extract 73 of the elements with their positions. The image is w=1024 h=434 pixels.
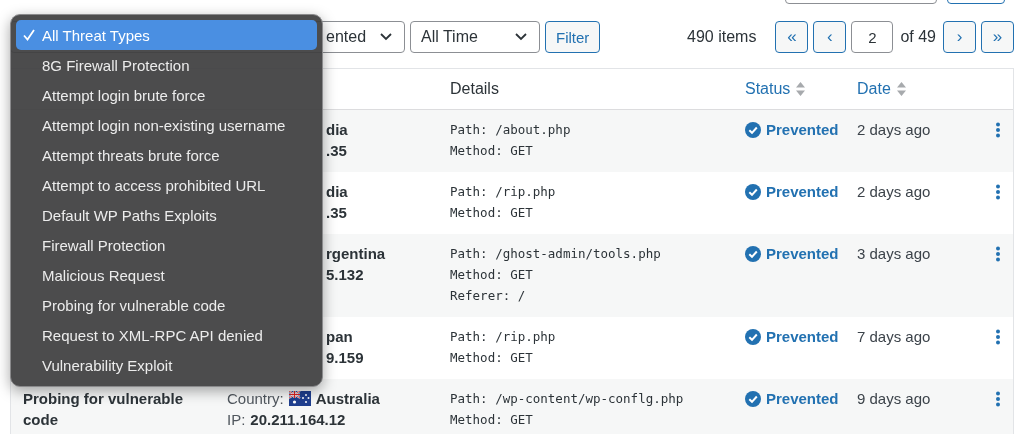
time-select[interactable]: All Time: [410, 21, 540, 53]
menu-item[interactable]: Malicious Request: [16, 260, 317, 290]
country-label: Country:: [227, 389, 284, 409]
check-circle-icon: [745, 183, 761, 200]
page-input[interactable]: 2: [851, 21, 894, 53]
detail-text: Path: /rip.php: [450, 328, 557, 346]
menu-item[interactable]: Probing for vulnerable code: [16, 290, 317, 320]
location-text: .35: [326, 203, 348, 223]
check-icon: [23, 29, 35, 41]
sort-icon: [896, 82, 906, 96]
location-text: 9.159: [326, 348, 365, 368]
threat-type: Probing for vulnerable code: [23, 389, 185, 430]
filter-button[interactable]: Filter: [545, 21, 601, 53]
more-icon: [996, 391, 1000, 407]
status-text: Prevented: [766, 182, 839, 202]
status-text: Prevented: [766, 389, 839, 409]
column-header: Details: [450, 80, 499, 97]
items-count: 490 items: [687, 28, 757, 46]
menu-item[interactable]: Request to XML-RPC API denied: [16, 320, 317, 350]
detail-text: Method: GET: [450, 266, 534, 284]
check-circle-icon: [745, 328, 761, 345]
menu-item[interactable]: Attempt login brute force: [16, 80, 317, 110]
detail-text: Method: GET: [450, 349, 534, 367]
next-page-button[interactable]: ›: [943, 21, 976, 53]
menu-item[interactable]: Firewall Protection: [16, 230, 317, 260]
sort-icon: [796, 82, 806, 96]
check-circle-icon: [745, 245, 761, 262]
ip-address: 20.211.164.12: [250, 410, 346, 430]
ip-label: IP:: [227, 410, 246, 430]
detail-text: Method: GET: [450, 411, 534, 429]
status-text: Prevented: [766, 327, 839, 347]
menu-item[interactable]: Attempt login non-existing username: [16, 110, 317, 140]
more-icon: [996, 122, 1000, 138]
first-page-button[interactable]: «: [775, 21, 809, 53]
date-text: 7 days ago: [857, 328, 931, 345]
location-text: .35: [326, 141, 348, 161]
status-text: Prevented: [766, 244, 839, 264]
country-name: Australia: [315, 389, 380, 409]
location-text: 5.132: [326, 265, 365, 285]
detail-text: Path: /about.php: [450, 121, 572, 139]
check-circle-icon: [745, 121, 761, 138]
check-circle-icon: [745, 390, 761, 407]
column-header[interactable]: Date: [857, 80, 906, 98]
chevron-down-icon: [515, 33, 527, 41]
location-text: dia: [326, 182, 349, 202]
location-text: dia: [326, 120, 349, 140]
menu-item[interactable]: Attempt to access prohibited URL: [16, 170, 317, 200]
more-icon: [996, 246, 1000, 262]
page-total: of 49: [900, 28, 936, 46]
detail-text: Path: /wp-content/wp-conflg.php: [450, 390, 685, 408]
flag-icon: [288, 391, 311, 406]
last-page-button[interactable]: »: [981, 21, 1014, 53]
previous-page-button[interactable]: ‹: [813, 21, 847, 53]
status-text: Prevented: [766, 120, 839, 140]
menu-item[interactable]: Vulnerability Exploit: [16, 350, 317, 380]
date-text: 9 days ago: [857, 390, 931, 407]
detail-text: Path: /rip.php: [450, 183, 557, 201]
chevron-down-icon: [380, 33, 392, 41]
date-text: 2 days ago: [857, 121, 931, 138]
more-icon: [996, 329, 1000, 345]
location-text: pan: [326, 327, 354, 347]
detail-text: Path: /ghost-admin/tools.php: [450, 245, 662, 263]
date-text: 2 days ago: [857, 183, 931, 200]
menu-item[interactable]: 8G Firewall Protection: [16, 50, 317, 80]
detail-text: Referer: /: [450, 287, 527, 305]
menu-item[interactable]: Default WP Paths Exploits: [16, 200, 317, 230]
more-icon: [996, 184, 1000, 200]
detail-text: Method: GET: [450, 142, 534, 160]
column-header[interactable]: Status: [745, 80, 806, 98]
detail-text: Method: GET: [450, 204, 534, 222]
date-text: 3 days ago: [857, 245, 931, 262]
location-text: rgentina: [326, 244, 387, 264]
menu-item[interactable]: Attempt threats brute force: [16, 140, 317, 170]
